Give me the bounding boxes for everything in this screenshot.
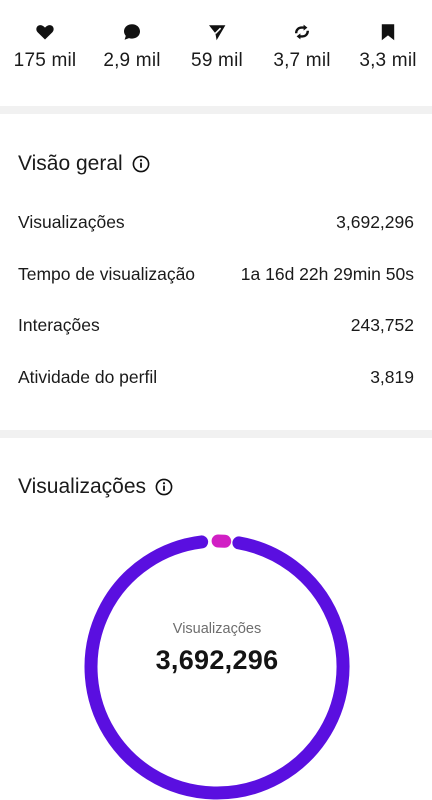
comments-stat: 2,9 mil (87, 22, 177, 72)
metric-value: 3,692,296 (336, 211, 414, 232)
saves-stat: 3,3 mil (343, 22, 432, 72)
views-header: Visualizações (18, 475, 173, 499)
views-donut-chart: Visualizações 3,692,296 (83, 533, 351, 800)
overview-title: Visão geral (18, 152, 123, 175)
reposts-stat: 3,7 mil (257, 22, 347, 72)
info-icon[interactable] (155, 478, 173, 496)
metric-row-watch-time: Tempo de visualização 1a 16d 22h 29min 5… (18, 259, 414, 289)
views-title: Visualizações (18, 475, 147, 498)
bookmark-icon (381, 24, 395, 41)
comment-icon (124, 24, 140, 40)
likes-count: 175 mil (13, 50, 77, 71)
donut-value: 3,692,296 (155, 645, 279, 675)
info-icon[interactable] (132, 155, 150, 173)
metric-label: Tempo de visualização (18, 263, 196, 284)
metric-label: Visualizações (18, 211, 125, 232)
metric-label: Atividade do perfil (18, 366, 158, 387)
overview-header: Visão geral (18, 152, 150, 176)
metric-value: 3,819 (370, 366, 414, 387)
share-icon (209, 25, 226, 41)
engagement-stats-row: 175 mil 2,9 mil 59 mil 3,7 mil 3,3 mil (0, 22, 432, 82)
donut-label: Visualizações (172, 621, 262, 637)
comments-count: 2,9 mil (103, 50, 161, 71)
saves-count: 3,3 mil (359, 50, 417, 71)
metric-row-views: Visualizações 3,692,296 (18, 207, 414, 237)
heart-icon (36, 25, 54, 40)
metric-value: 243,752 (350, 314, 414, 335)
metric-label: Interações (18, 314, 100, 335)
likes-stat: 175 mil (0, 22, 90, 72)
repost-icon (295, 24, 309, 40)
metric-value: 1a 16d 22h 29min 50s (240, 263, 414, 284)
metric-row-interactions: Interações 243,752 (18, 310, 414, 340)
section-divider (0, 106, 432, 114)
shares-stat: 59 mil (172, 22, 262, 72)
reposts-count: 3,7 mil (273, 50, 331, 71)
section-divider (0, 430, 432, 438)
metric-row-profile-activity: Atividade do perfil 3,819 (18, 362, 414, 392)
shares-count: 59 mil (191, 50, 243, 71)
